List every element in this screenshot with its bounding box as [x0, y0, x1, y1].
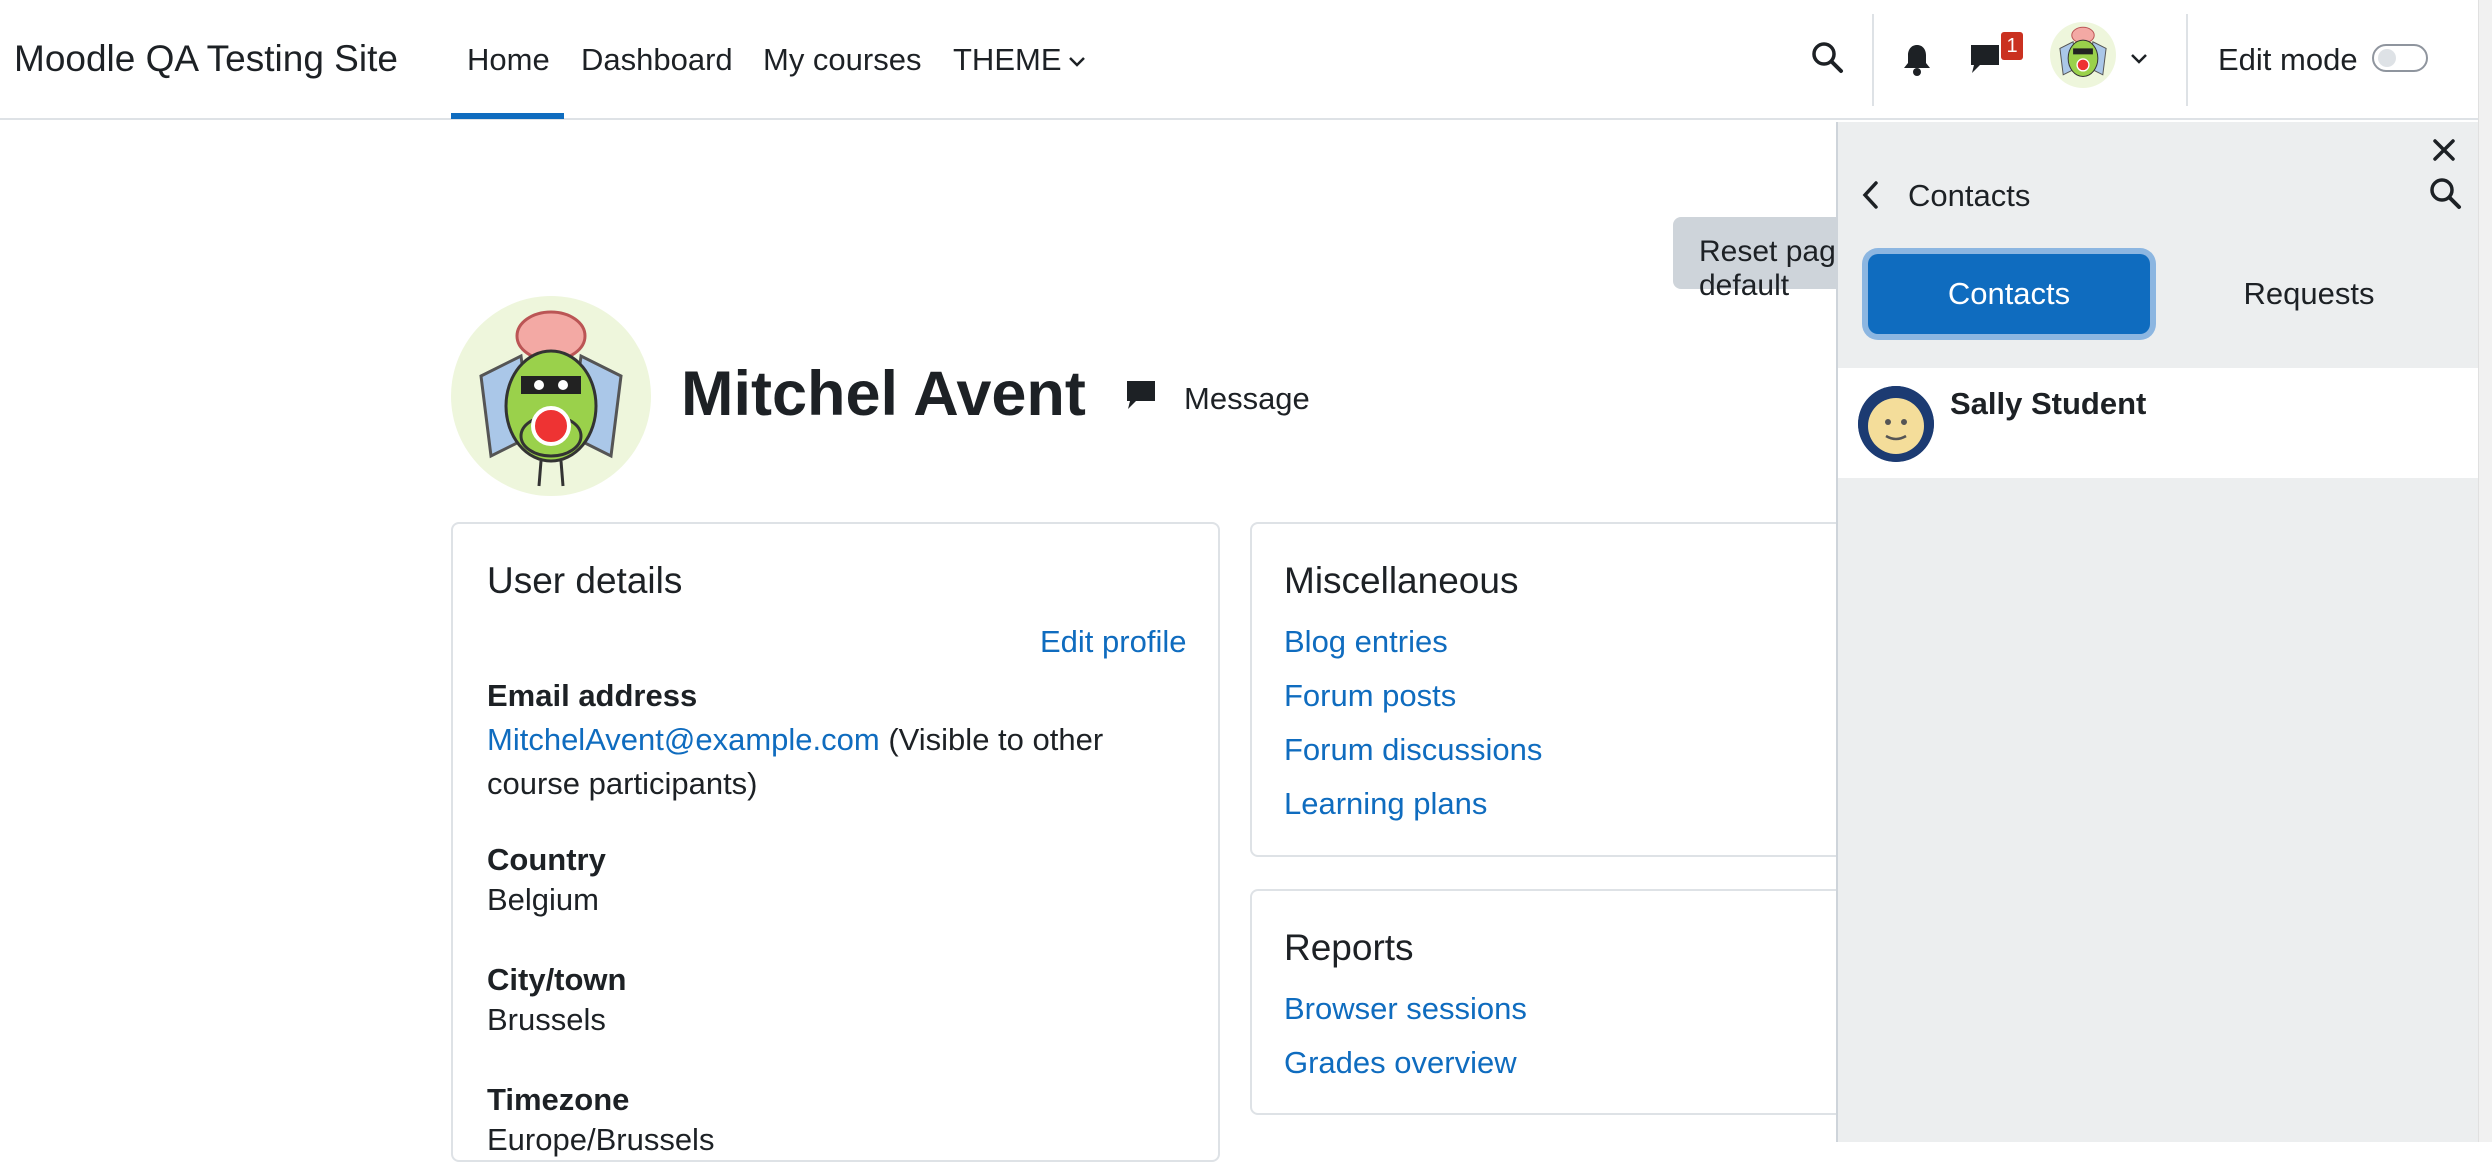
- chevron-down-icon: [1068, 56, 1085, 67]
- card-title: User details: [487, 560, 683, 601]
- country-label: Country: [487, 842, 606, 877]
- bell-icon[interactable]: [1902, 42, 1932, 81]
- active-nav-indicator: [451, 113, 564, 119]
- tab-contacts[interactable]: Contacts: [1868, 254, 2150, 334]
- email-row: MitchelAvent@example.com (Visible to oth…: [487, 718, 1207, 806]
- message-count-badge: 1: [2001, 32, 2023, 60]
- page-scrollbar[interactable]: [2478, 0, 2492, 1142]
- country-value: Belgium: [487, 882, 599, 917]
- edit-mode-label: Edit mode: [2218, 42, 2358, 77]
- back-arrow-icon[interactable]: [1860, 180, 1880, 215]
- blog-entries-link[interactable]: Blog entries: [1284, 624, 1448, 660]
- card-title: Reports: [1284, 927, 1414, 968]
- profile-user-name: Mitchel Avent: [681, 359, 1086, 429]
- nav-theme-dropdown[interactable]: THEME: [953, 42, 1086, 78]
- edit-mode-toggle[interactable]: [2372, 44, 2428, 72]
- forum-posts-link[interactable]: Forum posts: [1284, 678, 1456, 714]
- navbar-divider: [1872, 14, 1874, 106]
- messaging-drawer: Contacts Contacts Requests Sally Student: [1836, 122, 2478, 1142]
- messages-icon[interactable]: [1968, 42, 2002, 81]
- search-icon[interactable]: [2428, 176, 2462, 215]
- email-visibility: (Visible to other: [879, 722, 1104, 757]
- learning-plans-link[interactable]: Learning plans: [1284, 786, 1487, 822]
- nav-dashboard[interactable]: Dashboard: [581, 42, 733, 78]
- contact-avatar: [1858, 386, 1934, 462]
- user-details-card: User details Edit profile Email address …: [451, 522, 1220, 1162]
- timezone-label: Timezone: [487, 1082, 630, 1117]
- email-visibility-cont: course participants): [487, 766, 758, 801]
- message-button[interactable]: Message: [1184, 381, 1310, 417]
- drawer-title: Contacts: [1908, 178, 2031, 213]
- contact-list-item[interactable]: Sally Student: [1838, 368, 2478, 478]
- city-value: Brussels: [487, 1002, 606, 1037]
- site-brand[interactable]: Moodle QA Testing Site: [14, 38, 398, 80]
- chevron-down-icon[interactable]: [2130, 52, 2148, 70]
- browser-sessions-link[interactable]: Browser sessions: [1284, 991, 1527, 1027]
- grades-overview-link[interactable]: Grades overview: [1284, 1045, 1517, 1081]
- edit-profile-link[interactable]: Edit profile: [1040, 624, 1186, 660]
- top-navbar: Moodle QA Testing Site Home Dashboard My…: [0, 0, 2478, 120]
- contact-name: Sally Student: [1950, 386, 2147, 421]
- tab-requests[interactable]: Requests: [2168, 254, 2450, 334]
- user-avatar[interactable]: [2050, 22, 2116, 88]
- toggle-knob: [2378, 49, 2396, 67]
- nav-home[interactable]: Home: [467, 42, 550, 78]
- message-icon[interactable]: [1124, 378, 1158, 417]
- profile-picture: [451, 296, 651, 496]
- nav-my-courses[interactable]: My courses: [763, 42, 921, 78]
- email-label: Email address: [487, 678, 698, 713]
- forum-discussions-link[interactable]: Forum discussions: [1284, 732, 1542, 768]
- card-title: Miscellaneous: [1284, 560, 1519, 601]
- email-link[interactable]: MitchelAvent@example.com: [487, 722, 880, 757]
- search-icon[interactable]: [1810, 40, 1844, 79]
- close-icon[interactable]: [2432, 132, 2456, 171]
- city-label: City/town: [487, 962, 627, 997]
- navbar-divider: [2186, 14, 2188, 106]
- nav-theme-label: THEME: [953, 42, 1062, 77]
- timezone-value: Europe/Brussels: [487, 1122, 715, 1157]
